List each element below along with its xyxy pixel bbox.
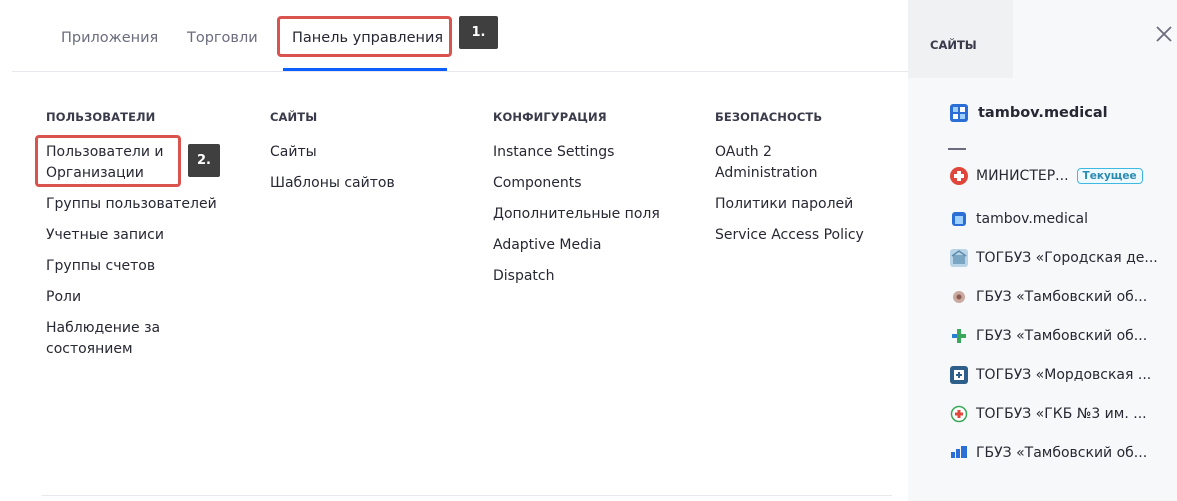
tab-applications[interactable]: Приложения [61,30,158,46]
site-label: МИНИСТЕР... [976,168,1069,184]
site-label: ТОГБУЗ «ГКБ №3 им. ... [976,406,1147,422]
side-tab-sites[interactable]: САЙТЫ [908,0,1013,78]
site-item-tambov-regional-1[interactable]: ГБУЗ «Тамбовский об... [950,288,1147,306]
column-title-sites: САЙТЫ [270,110,318,124]
highlight-box-control-panel [277,16,452,57]
building-icon [950,249,968,267]
institution-logo-icon [950,444,968,462]
site-logo-icon [952,212,966,226]
site-label: ТОГБУЗ «Городская де... [976,250,1158,266]
site-item-gkb-3[interactable]: ТОГБУЗ «ГКБ №3 им. ... [950,405,1147,423]
close-icon[interactable] [1152,22,1176,46]
site-item-city-children[interactable]: ТОГБУЗ «Городская де... [950,249,1158,267]
callout-step-1: 1. [459,16,498,49]
menu-item-password-policies[interactable]: Политики паролей [715,194,895,215]
hospital-icon [950,366,968,384]
site-label: ГБУЗ «Тамбовский об... [976,328,1148,344]
menu-item-dispatch[interactable]: Dispatch [493,266,693,287]
menu-item-adaptive-media[interactable]: Adaptive Media [493,235,693,256]
site-label: ТОГБУЗ «Мордовская ... [976,367,1152,383]
site-label: ГБУЗ «Тамбовский об... [976,289,1148,305]
current-site-header[interactable]: tambov.medical [950,104,1108,122]
menu-item-users-and-organizations[interactable]: Пользователи и Организации [46,142,171,184]
menu-item-sites[interactable]: Сайты [270,142,460,163]
menu-item-accounts[interactable]: Учетные записи [46,225,216,246]
site-item-ministry[interactable]: МИНИСТЕР... Текущее [950,167,1143,185]
site-item-tambov-regional-2[interactable]: ГБУЗ «Тамбовский об... [950,327,1147,345]
site-item-tambov-medical[interactable]: tambov.medical [950,210,1088,228]
menu-item-custom-fields[interactable]: Дополнительные поля [493,204,693,225]
column-configuration: КОНФИГУРАЦИЯ Instance Settings Component… [493,110,693,297]
site-label: ГБУЗ «Тамбовский об... [976,445,1148,461]
menu-item-components[interactable]: Components [493,173,693,194]
menu-item-user-groups[interactable]: Группы пользователей [46,194,217,215]
column-security: БЕЗОПАСНОСТЬ OAuth 2 Administration Поли… [715,110,895,256]
column-title-security: БЕЗОПАСНОСТЬ [715,110,823,124]
menu-item-instance-settings[interactable]: Instance Settings [493,142,693,163]
tab-commerce[interactable]: Торговли [187,30,258,46]
menu-item-site-templates[interactable]: Шаблоны сайтов [270,173,460,194]
red-cross-circle-icon [950,405,968,423]
red-cross-emblem-icon [950,167,968,185]
separator-dash [948,148,966,150]
medical-cross-icon [950,327,968,345]
column-title-users: ПОЛЬЗОВАТЕЛИ [46,110,156,124]
menu-item-oauth2-administration[interactable]: OAuth 2 Administration [715,142,835,184]
top-tabs: Приложения Торговли Панель управления [0,0,908,72]
menu-item-health-monitoring[interactable]: Наблюдение за состоянием [46,318,176,360]
site-item-mordovskaya[interactable]: ТОГБУЗ «Мордовская ... [950,366,1151,384]
site-item-tambov-regional-3[interactable]: ГБУЗ «Тамбовский об... [950,444,1147,462]
current-site-name: tambov.medical [978,105,1108,121]
current-badge: Текущее [1076,168,1143,184]
menu-item-roles[interactable]: Роли [46,287,216,308]
column-title-configuration: КОНФИГУРАЦИЯ [493,110,607,124]
menu-item-service-access-policy[interactable]: Service Access Policy [715,225,895,246]
emblem-icon [950,288,968,306]
bottom-divider [42,495,892,496]
column-users: ПОЛЬЗОВАТЕЛИ Пользователи и Организации … [46,110,217,370]
tabs-divider [12,71,908,72]
site-label: tambov.medical [976,211,1088,227]
menu-item-account-groups[interactable]: Группы счетов [46,256,216,277]
site-logo-icon [950,104,968,122]
column-sites: САЙТЫ Сайты Шаблоны сайтов [270,110,460,204]
